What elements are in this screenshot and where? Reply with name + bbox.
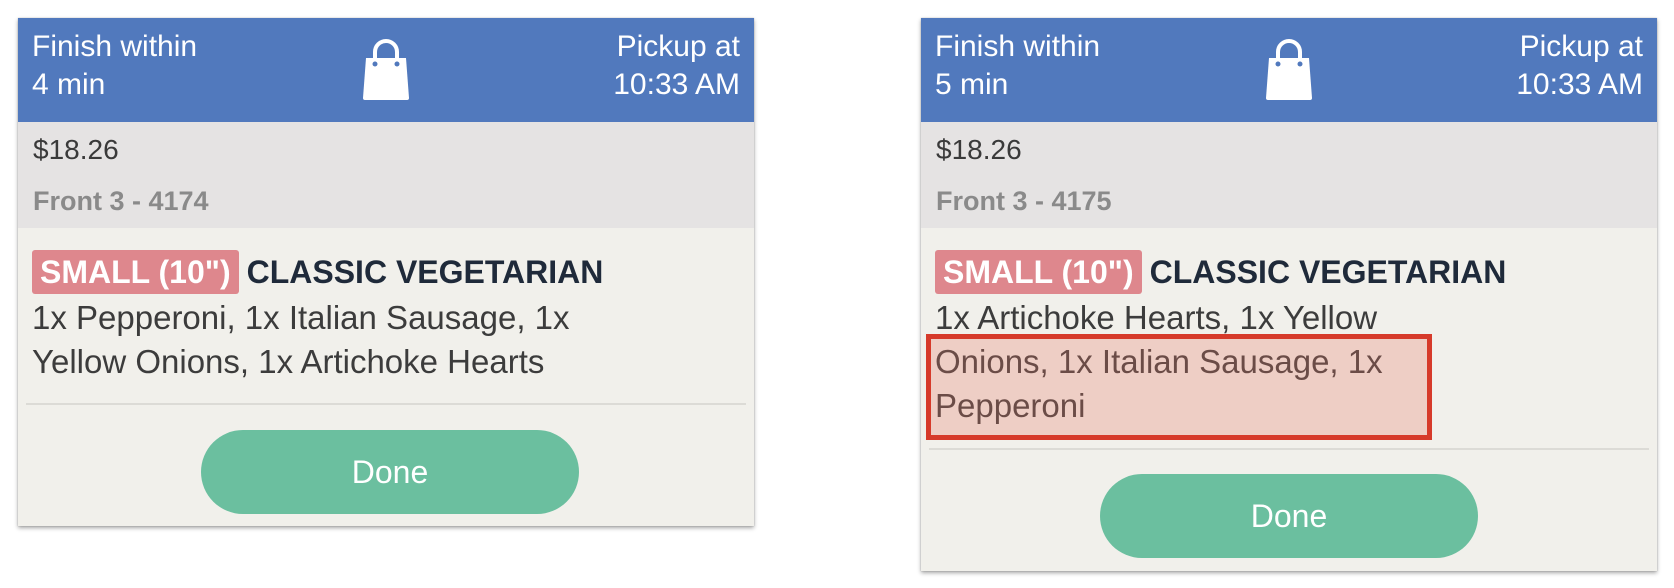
divider <box>26 403 746 405</box>
item-title: SMALL (10") CLASSIC VEGETARIAN <box>32 250 740 294</box>
highlight-annotation <box>926 334 1432 440</box>
order-info: $18.26 Front 3 - 4175 <box>921 122 1657 228</box>
order-location: Front 3 - 4174 <box>33 186 209 216</box>
shopping-bag-icon <box>1266 39 1312 100</box>
order-price: $18.26 <box>33 134 119 165</box>
item-title: SMALL (10") CLASSIC VEGETARIAN <box>935 250 1643 294</box>
order-card: Finish within 4 min Pickup at 10:33 AM $… <box>18 18 754 526</box>
divider <box>929 448 1649 450</box>
order-items: SMALL (10") CLASSIC VEGETARIAN 1x Peppero… <box>18 228 754 384</box>
order-price: $18.26 <box>936 134 1022 165</box>
item-toppings: 1x Pepperoni, 1x Italian Sausage, 1x Yel… <box>32 296 740 384</box>
pickup-value: 10:33 AM <box>613 68 740 101</box>
done-button[interactable]: Done <box>201 430 579 514</box>
shopping-bag-icon <box>363 39 409 100</box>
pickup-time: Pickup at 10:33 AM <box>1516 28 1643 104</box>
order-header: Finish within 5 min Pickup at 10:33 AM <box>921 18 1657 122</box>
pickup-time: Pickup at 10:33 AM <box>613 28 740 104</box>
order-header: Finish within 4 min Pickup at 10:33 AM <box>18 18 754 122</box>
finish-label: Finish within <box>935 30 1101 63</box>
finish-value: 4 min <box>32 68 106 101</box>
size-badge: SMALL (10") <box>935 250 1142 294</box>
toppings-line: 1x Pepperoni, 1x Italian Sausage, 1x <box>32 299 570 336</box>
item-name: CLASSIC VEGETARIAN <box>1149 254 1507 290</box>
size-badge: SMALL (10") <box>32 250 239 294</box>
pickup-label: Pickup at <box>616 30 740 63</box>
pickup-value: 10:33 AM <box>1516 68 1643 101</box>
pickup-label: Pickup at <box>1519 30 1643 63</box>
done-button[interactable]: Done <box>1100 474 1478 558</box>
finish-time: Finish within 5 min <box>935 28 1100 104</box>
finish-time: Finish within 4 min <box>32 28 197 104</box>
item-name: CLASSIC VEGETARIAN <box>246 254 604 290</box>
order-info: $18.26 Front 3 - 4174 <box>18 122 754 228</box>
order-card: Finish within 5 min Pickup at 10:33 AM $… <box>921 18 1657 571</box>
order-location: Front 3 - 4175 <box>936 186 1112 216</box>
finish-label: Finish within <box>32 30 198 63</box>
finish-value: 5 min <box>935 68 1009 101</box>
toppings-line: Yellow Onions, 1x Artichoke Hearts <box>32 343 545 380</box>
